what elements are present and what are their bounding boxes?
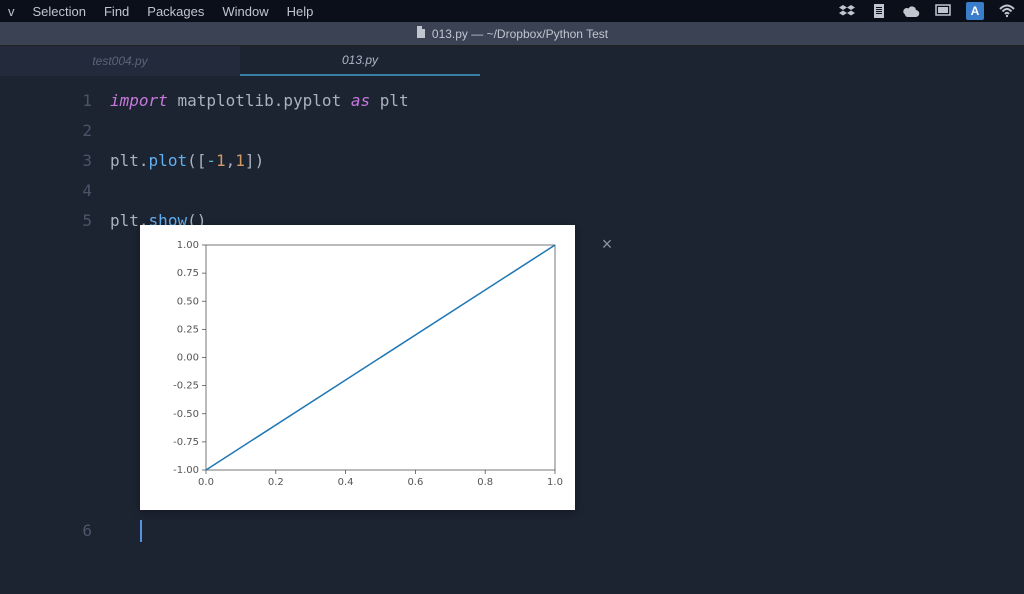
code-line[interactable] (110, 116, 409, 146)
a-indicator-icon[interactable]: A (966, 2, 984, 20)
screen-icon[interactable] (934, 2, 952, 20)
line-number: 4 (0, 176, 92, 206)
svg-text:0.4: 0.4 (338, 477, 354, 488)
window-title: 013.py — ~/Dropbox/Python Test (432, 27, 608, 41)
window-titlebar: 013.py — ~/Dropbox/Python Test (0, 22, 1024, 46)
line-number: 6 (0, 516, 92, 546)
dropbox-icon[interactable] (838, 2, 856, 20)
line-number: 5 (0, 206, 92, 236)
line-number: 1 (0, 86, 92, 116)
menu-window[interactable]: Window (222, 4, 268, 19)
menu-view[interactable]: v (8, 4, 15, 19)
editor-area[interactable]: 12345 import matplotlib.pyplot as plt pl… (0, 76, 1024, 236)
menu-find[interactable]: Find (104, 4, 129, 19)
svg-text:0.0: 0.0 (198, 477, 214, 488)
tab-bar: test004.py 013.py (0, 46, 1024, 76)
svg-text:0.50: 0.50 (177, 296, 199, 307)
svg-text:0.6: 0.6 (407, 477, 423, 488)
tab-test004[interactable]: test004.py (0, 46, 240, 76)
menu-bar-left: v Selection Find Packages Window Help (8, 4, 313, 19)
svg-text:-0.25: -0.25 (173, 381, 199, 392)
svg-text:0.75: 0.75 (177, 268, 199, 279)
wifi-icon[interactable] (998, 2, 1016, 20)
menu-bar: v Selection Find Packages Window Help A (0, 0, 1024, 22)
code-line[interactable]: plt.plot([-1,1]) (110, 146, 409, 176)
menu-selection[interactable]: Selection (33, 4, 86, 19)
close-plot-button[interactable]: × (595, 232, 619, 256)
code-content[interactable]: import matplotlib.pyplot as plt plt.plot… (110, 86, 409, 236)
code-line[interactable] (110, 176, 409, 206)
file-icon (416, 26, 426, 41)
text-cursor (140, 520, 142, 542)
menu-bar-right: A (838, 2, 1016, 20)
svg-text:1.00: 1.00 (177, 240, 199, 251)
svg-text:-1.00: -1.00 (173, 465, 199, 476)
svg-text:-0.50: -0.50 (173, 409, 199, 420)
svg-text:0.00: 0.00 (177, 353, 199, 364)
menu-packages[interactable]: Packages (147, 4, 204, 19)
svg-text:0.8: 0.8 (477, 477, 493, 488)
line-number: 2 (0, 116, 92, 146)
tab-label: 013.py (342, 53, 378, 67)
tab-label: test004.py (92, 54, 147, 68)
menu-help[interactable]: Help (287, 4, 314, 19)
svg-text:-0.75: -0.75 (173, 437, 199, 448)
clipboard-icon[interactable] (870, 2, 888, 20)
line-number-gutter: 12345 (0, 86, 110, 236)
line-number-gutter: 6 (0, 516, 110, 546)
line-number: 3 (0, 146, 92, 176)
svg-text:0.2: 0.2 (268, 477, 284, 488)
cloud-icon[interactable] (902, 2, 920, 20)
svg-text:0.25: 0.25 (177, 324, 199, 335)
tab-013[interactable]: 013.py (240, 46, 480, 76)
code-line[interactable]: import matplotlib.pyplot as plt (110, 86, 409, 116)
line-chart: -1.00-0.75-0.50-0.250.000.250.500.751.00… (150, 235, 565, 495)
plot-output: -1.00-0.75-0.50-0.250.000.250.500.751.00… (140, 225, 575, 510)
svg-text:1.0: 1.0 (547, 477, 563, 488)
